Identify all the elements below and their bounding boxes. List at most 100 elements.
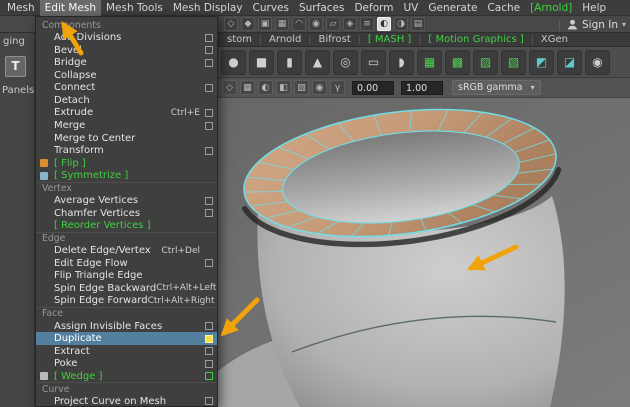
menu-item-spin-edge-forward[interactable]: Spin Edge Forward Ctrl+Alt+Right (36, 295, 217, 308)
menu-item-flip-triangle-edge[interactable]: Flip Triangle Edge (36, 270, 217, 283)
text-tool-icon[interactable]: T (5, 56, 26, 77)
menu-item-chamfer-vertices[interactable]: Chamfer Vertices (36, 207, 217, 220)
mash-checker-icon[interactable]: ▧ (501, 49, 526, 75)
menubar-item-mesh-tools[interactable]: Mesh Tools (101, 0, 168, 16)
menu-item-collapse[interactable]: Collapse (36, 69, 217, 82)
option-box-icon[interactable] (205, 46, 213, 55)
snap-curve-icon[interactable]: ◠ (292, 17, 306, 31)
menu-item-project-curve-on-mesh[interactable]: Project Curve on Mesh (36, 395, 217, 406)
poly-cone-icon[interactable]: ▲ (305, 49, 330, 75)
menu-item-delete-edge-vertex[interactable]: Delete Edge/Vertex Ctrl+Del (36, 245, 217, 258)
option-box-icon[interactable] (205, 121, 213, 130)
exposure-field[interactable]: 0.00 (352, 80, 394, 95)
menu-item-average-vertices[interactable]: Average Vertices (36, 194, 217, 207)
grid-toggle-icon[interactable]: ▦ (240, 80, 255, 95)
menu-item-connect[interactable]: Connect (36, 82, 217, 95)
option-box-icon[interactable] (205, 33, 213, 42)
menu-item-add-divisions[interactable]: Add Divisions (36, 32, 217, 45)
poly-cylinder-icon[interactable]: ▮ (277, 49, 302, 75)
menubar-item-help[interactable]: Help (577, 0, 611, 16)
option-box-icon[interactable] (205, 108, 213, 117)
menu-item-label: Components (42, 19, 101, 31)
render-sphere-icon[interactable]: ◉ (585, 49, 610, 75)
menu-item-wedge[interactable]: Wedge (36, 370, 217, 383)
exposure-icon[interactable]: ◉ (312, 80, 327, 95)
menu-item-duplicate[interactable]: Duplicate (36, 332, 217, 345)
option-box-icon[interactable] (205, 397, 213, 406)
mash-network-icon[interactable]: ▦ (417, 49, 442, 75)
option-box-icon[interactable] (205, 322, 213, 331)
menubar-item-mesh-display[interactable]: Mesh Display (168, 0, 248, 16)
snap-grid-icon[interactable]: ▦ (275, 17, 289, 31)
menubar-item-surfaces[interactable]: Surfaces (294, 0, 349, 16)
option-box-icon[interactable] (205, 359, 213, 368)
poly-plane-icon[interactable]: ▭ (361, 49, 386, 75)
menu-item-edit-edge-flow[interactable]: Edit Edge Flow (36, 257, 217, 270)
snap-point-icon[interactable]: ◉ (309, 17, 323, 31)
curve-tool-icon[interactable]: ◗ (389, 49, 414, 75)
select-component-icon[interactable]: ▣ (258, 17, 272, 31)
menu-item-extract[interactable]: Extract (36, 345, 217, 358)
gamma-icon[interactable]: γ (330, 80, 345, 95)
shelf-tab-motion-graphics[interactable]: Motion Graphics (421, 33, 530, 46)
menu-item-merge[interactable]: Merge (36, 119, 217, 132)
menu-item-detach[interactable]: Detach (36, 94, 217, 107)
menu-item-bridge[interactable]: Bridge (36, 57, 217, 70)
shading-icon[interactable]: ◧ (276, 80, 291, 95)
xgen-icon[interactable]: ◪ (557, 49, 582, 75)
select-hierarchy-icon[interactable]: ◇ (224, 17, 238, 31)
texture-icon[interactable]: ▨ (294, 80, 309, 95)
camera-icon[interactable]: ◇ (222, 80, 237, 95)
menu-item-assign-invisible-faces[interactable]: Assign Invisible Faces (36, 320, 217, 333)
menu-item-extrude[interactable]: Extrude Ctrl+E (36, 107, 217, 120)
menu-item-poke[interactable]: Poke (36, 357, 217, 370)
option-box-icon[interactable] (205, 372, 213, 381)
menubar-item-deform[interactable]: Deform (349, 0, 398, 16)
menu-item-transform[interactable]: Transform (36, 144, 217, 157)
menubar-item-generate[interactable]: Generate (423, 0, 482, 16)
menubar-item-mesh[interactable]: Mesh (2, 0, 40, 16)
gamma-field[interactable]: 1.00 (401, 80, 443, 95)
poly-sphere-icon[interactable]: ● (221, 49, 246, 75)
menubar-item-cache[interactable]: Cache (482, 0, 525, 16)
make-live-icon[interactable]: ◈ (343, 17, 357, 31)
menu-item-symmetrize[interactable]: Symmetrize (36, 169, 217, 182)
option-box-icon[interactable] (205, 196, 213, 205)
render-settings-icon[interactable]: ▤ (411, 17, 425, 31)
menu-item-reorder-vertices[interactable]: Reorder Vertices (36, 220, 217, 233)
option-box-icon[interactable] (205, 347, 213, 356)
option-box-icon[interactable] (205, 259, 213, 268)
menubar-item-arnold[interactable]: [Arnold] (525, 0, 577, 16)
menu-item-flip[interactable]: Flip (36, 157, 217, 170)
option-box-icon[interactable] (205, 334, 213, 343)
option-box-icon[interactable] (205, 58, 213, 67)
menu-item-bevel[interactable]: Bevel (36, 44, 217, 57)
bifrost-icon[interactable]: ◩ (529, 49, 554, 75)
menu-item-merge-to-center[interactable]: Merge to Center (36, 132, 217, 145)
panels-menu-label[interactable]: Panels (2, 85, 34, 96)
snap-plane-icon[interactable]: ▱ (326, 17, 340, 31)
view-transform-dropdown[interactable]: sRGB gamma ▾ (452, 80, 541, 95)
render-icon[interactable]: ◐ (377, 17, 391, 31)
poly-cube-icon[interactable]: ■ (249, 49, 274, 75)
shelf-tab-xgen[interactable]: XGen (534, 33, 575, 46)
shelf-tab-mash[interactable]: MASH (361, 33, 419, 46)
option-box-icon[interactable] (205, 83, 213, 92)
menu-item-spin-edge-backward[interactable]: Spin Edge Backward Ctrl+Alt+Left (36, 282, 217, 295)
menubar-item-curves[interactable]: Curves (248, 0, 294, 16)
menubar-item-edit-mesh[interactable]: Edit Mesh (39, 0, 101, 16)
lighting-icon[interactable]: ◐ (258, 80, 273, 95)
mash-radial-icon[interactable]: ▨ (473, 49, 498, 75)
poly-torus-icon[interactable]: ◎ (333, 49, 358, 75)
ipr-render-icon[interactable]: ◑ (394, 17, 408, 31)
sign-in-button[interactable]: | Sign In ▾ (557, 16, 626, 33)
shelf-tab-arnold[interactable]: Arnold (262, 33, 308, 46)
shelf-tab-stom[interactable]: stom (220, 33, 259, 46)
select-object-icon[interactable]: ◆ (241, 17, 255, 31)
option-box-icon[interactable] (205, 146, 213, 155)
mash-grid-icon[interactable]: ▩ (445, 49, 470, 75)
history-icon[interactable]: ≡ (360, 17, 374, 31)
menubar-item-uv[interactable]: UV (399, 0, 424, 16)
shelf-tab-bifrost[interactable]: Bifrost (311, 33, 357, 46)
option-box-icon[interactable] (205, 209, 213, 218)
